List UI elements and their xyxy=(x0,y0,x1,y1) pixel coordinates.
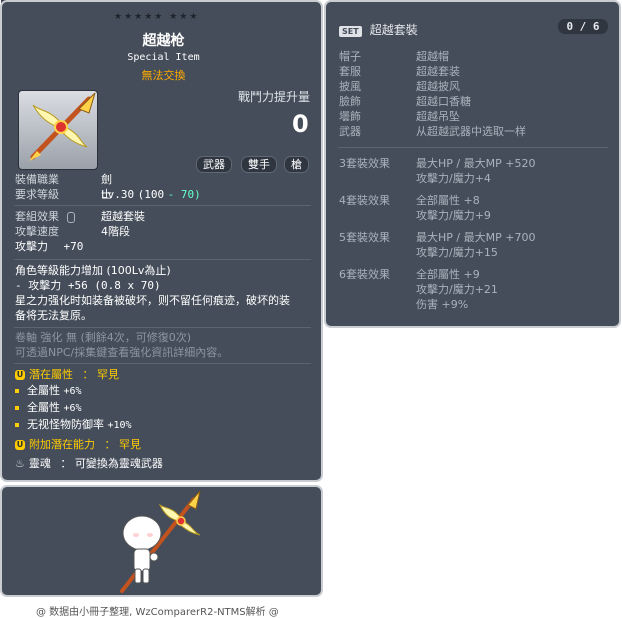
desc-line-1: 星之力强化时如装备被破坏，则不留任何痕迹，破坏的装 xyxy=(15,294,290,307)
potential-line: 全屬性 +6% xyxy=(15,383,315,400)
item-name: 超越枪 xyxy=(142,33,185,49)
desc-line-2: 备将无法复原。 xyxy=(15,309,92,322)
untradeable-label: 無法交換 xyxy=(141,69,186,82)
item-icon-box xyxy=(18,90,98,170)
power-increase-value: 0 xyxy=(292,110,309,138)
additional-potential-label: 附加潛在能力 xyxy=(29,438,95,451)
tag-two-handed: 雙手 xyxy=(241,156,277,173)
potential-u-icon: U xyxy=(15,370,25,380)
req-level-extra-a: (100 xyxy=(137,188,165,201)
set-badge-icon: SET xyxy=(339,25,362,37)
soul-text: ： 可變換為靈魂武器 xyxy=(60,457,163,470)
character-preview-panel xyxy=(0,485,323,597)
req-level-label: 要求等級 xyxy=(15,188,59,201)
scroll-enhance-line: 卷軸 強化 無 (剩餘4次，可修復0次) xyxy=(15,331,192,344)
star-force-stars: ★★★★★ ★★★ xyxy=(114,12,200,22)
set-header: SET 超越套裝 xyxy=(339,21,418,38)
tag-spear: 槍 xyxy=(284,156,309,173)
set-effect-panel: SET 超越套裝 0 / 6 帽子 超越帽 套服 超越套装 披風 超越披风 臉飾 超越口香… xyxy=(324,0,621,328)
footer-credit: @ 数据由小冊子整理, WzComparerR2-NTMS解析 @ xyxy=(36,607,279,618)
potential-line: 无视怪物防御率 +10% xyxy=(15,417,315,434)
additional-potential-grade: ： 罕見 xyxy=(104,438,142,451)
potential-label: 潛在屬性 xyxy=(29,368,73,381)
attack-label: 攻擊力 xyxy=(15,240,48,253)
item-subtitle: Special Item xyxy=(127,52,200,63)
job-label: 裝備職業 xyxy=(15,173,59,186)
set-title: 超越套裝 xyxy=(369,23,418,37)
attack-value: +70 xyxy=(63,240,84,253)
potential-grade: ： 罕見 xyxy=(82,368,120,381)
power-increase-label: 戰鬥力提升量 xyxy=(238,90,311,104)
enhance-info-line: 可透過NPC/採集鍵查看強化資訊詳細內容。 xyxy=(15,346,229,359)
potential-line: 全屬性 +6% xyxy=(15,400,315,417)
character-preview-image xyxy=(120,491,201,593)
req-level-extra-b: - 70) xyxy=(167,188,201,201)
spear-icon xyxy=(29,92,96,161)
soul-flame-icon: ♨ xyxy=(15,457,25,470)
attack-speed-value: 4階段 xyxy=(101,225,130,238)
item-tooltip-panel: ★★★★★ ★★★ 超越枪 Special Item 無法交換 戰鬥力提升量 0… xyxy=(0,0,323,482)
growth-line-1: 角色等級能力增加 (100Lv為止) xyxy=(15,264,171,277)
tag-weapon: 武器 xyxy=(196,156,232,173)
req-level-value: Lv.30 xyxy=(101,188,135,201)
growth-line-2: - 攻擊力 +56 (0.8 x 70) xyxy=(15,279,161,292)
set-effect-value: 超越套裝 xyxy=(101,210,145,223)
mouse-icon xyxy=(66,211,75,223)
set-count: 0 / 6 xyxy=(558,19,608,34)
additional-u-icon: U xyxy=(15,440,25,450)
set-effect-label: 套組效果 xyxy=(15,210,59,223)
attack-speed-label: 攻擊速度 xyxy=(15,225,59,238)
soul-label: 靈魂 xyxy=(28,457,51,470)
